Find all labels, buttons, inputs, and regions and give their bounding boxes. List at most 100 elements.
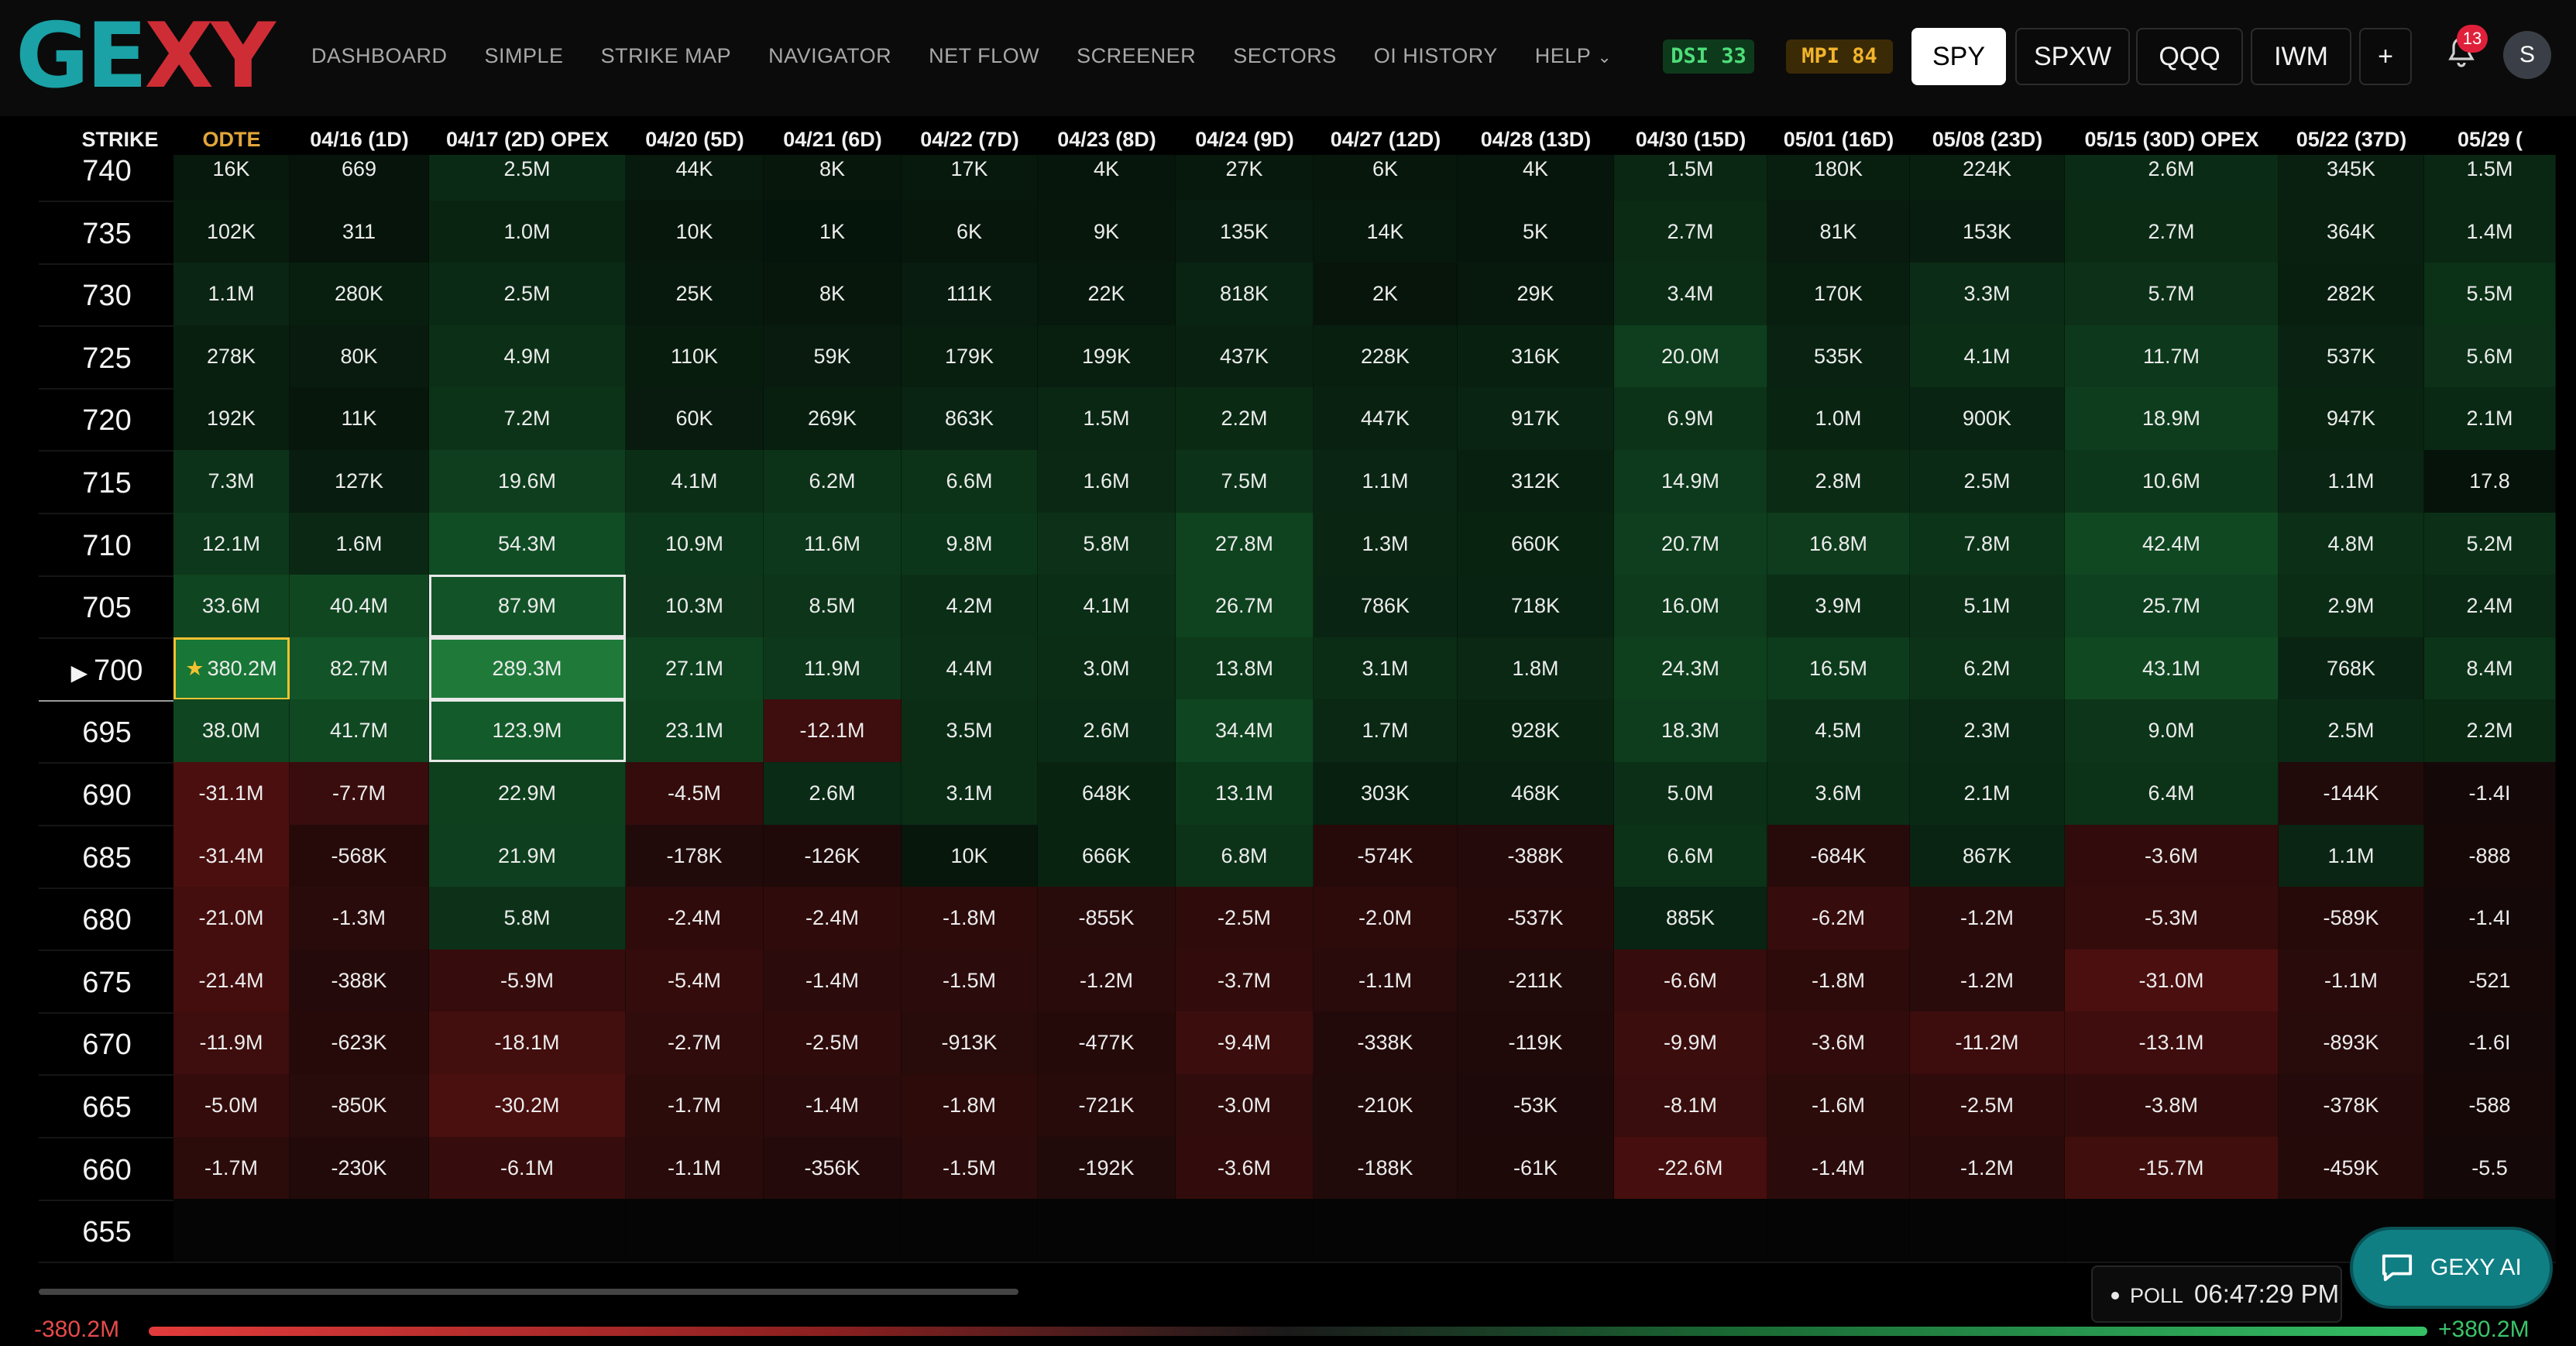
gex-cell[interactable]: 7.5M	[1176, 450, 1314, 513]
table-row[interactable]: 655	[39, 1199, 2556, 1265]
gex-cell[interactable]: 10.9M	[626, 513, 764, 575]
gex-cell[interactable]: -1.4M	[1767, 1137, 1910, 1200]
gex-cell[interactable]: -2.7M	[626, 1011, 764, 1074]
gex-cell[interactable]: 1.5M	[1038, 387, 1176, 450]
gex-cell[interactable]: 718K	[1458, 575, 1614, 637]
gex-cell[interactable]: -1.2M	[1910, 887, 2065, 949]
nav-net-flow[interactable]: NET FLOW	[929, 44, 1039, 68]
gexy-ai-button[interactable]: GEXY AI	[2350, 1227, 2553, 1309]
gex-cell[interactable]: 885K	[1614, 887, 1767, 949]
gex-cell[interactable]: 2.3M	[1910, 699, 2065, 762]
gex-cell[interactable]: 22.9M	[429, 762, 626, 825]
gex-cell[interactable]: 13.8M	[1176, 637, 1314, 700]
horizontal-scrollbar[interactable]	[39, 1289, 1018, 1295]
gex-cell[interactable]: -12.1M	[764, 699, 902, 762]
gex-cell[interactable]: -338K	[1314, 1011, 1458, 1074]
gex-cell[interactable]: -3.8M	[2065, 1074, 2279, 1137]
nav-dashboard[interactable]: DASHBOARD	[311, 44, 448, 68]
gex-cell[interactable]: -623K	[290, 1011, 429, 1074]
gex-cell[interactable]: -1.2M	[1910, 949, 2065, 1012]
gex-cell[interactable]: -9.4M	[1176, 1011, 1314, 1074]
gex-cell[interactable]: -5.5	[2424, 1137, 2556, 1200]
expiry-column-header[interactable]: 04/21 (6D)	[764, 124, 902, 155]
gex-cell[interactable]: 666K	[1038, 825, 1176, 888]
gex-cell[interactable]: 863K	[902, 387, 1038, 450]
gex-cell[interactable]: 4.2M	[902, 575, 1038, 637]
gex-cell[interactable]: 16.0M	[1614, 575, 1767, 637]
table-row[interactable]: 740 16K 669 2.5M 44K 8K 17K 4K 27K 6K 4K 1.5M 180K 22…	[39, 155, 2556, 204]
gex-cell[interactable]: -21.4M	[173, 949, 290, 1012]
gex-cell[interactable]: 5.2M	[2424, 513, 2556, 575]
gex-cell[interactable]: 34.4M	[1176, 699, 1314, 762]
gex-cell[interactable]: -356K	[764, 1137, 902, 1200]
gex-cell[interactable]: 14.9M	[1614, 450, 1767, 513]
gex-cell[interactable]: -388K	[290, 949, 429, 1012]
gex-cell[interactable]: -1.8M	[1767, 949, 1910, 1012]
gex-cell[interactable]: -22.6M	[1614, 1137, 1767, 1200]
table-row[interactable]: 715 7.3M 127K 19.6M 4.1M 6.2M 6.6M 1.6M 7.5M 1.1M…	[39, 450, 2556, 517]
gex-cell[interactable]: 7.3M	[173, 450, 290, 513]
gex-cell[interactable]: 24.3M	[1614, 637, 1767, 700]
gex-cell[interactable]: -126K	[764, 825, 902, 888]
gex-cell[interactable]: -2.5M	[1910, 1074, 2065, 1137]
gex-cell[interactable]: 16.8M	[1767, 513, 1910, 575]
gex-cell[interactable]: 2.2M	[1176, 387, 1314, 450]
gexy-logo[interactable]: GEXY	[15, 12, 276, 101]
gex-cell[interactable]: 4.1M	[626, 450, 764, 513]
gex-cell[interactable]: 437K	[1176, 325, 1314, 388]
table-row[interactable]: 680 -21.0M -1.3M 5.8M -2.4M -2.4M -1.8M -855K -2…	[39, 887, 2556, 953]
expiry-column-header[interactable]: 05/22 (37D)	[2279, 124, 2424, 155]
gex-cell[interactable]: -3.0M	[1176, 1074, 1314, 1137]
gex-cell[interactable]: -3.6M	[2065, 825, 2279, 888]
gex-cell[interactable]: -1.6M	[1767, 1074, 1910, 1137]
gex-cell[interactable]: -7.7M	[290, 762, 429, 825]
gex-cell[interactable]: -588	[2424, 1074, 2556, 1137]
gex-cell[interactable]: 312K	[1458, 450, 1614, 513]
gex-cell[interactable]: 6.6M	[1614, 825, 1767, 888]
nav-sectors[interactable]: SECTORS	[1233, 44, 1337, 68]
gex-cell[interactable]: 867K	[1910, 825, 2065, 888]
gex-cell[interactable]: 29K	[1458, 263, 1614, 325]
gex-cell[interactable]: 3.6M	[1767, 762, 1910, 825]
gex-cell[interactable]: 81K	[1767, 201, 1910, 263]
gex-cell[interactable]: -1.4I	[2424, 762, 2556, 825]
table-row[interactable]: 675 -21.4M -388K -5.9M -5.4M -1.4M -1.5M -1.2M -…	[39, 949, 2556, 1016]
gex-cell[interactable]: 660K	[1458, 513, 1614, 575]
gex-cell[interactable]	[1767, 1199, 1910, 1262]
gex-cell[interactable]: 537K	[2279, 325, 2424, 388]
gex-cell[interactable]: 5.8M	[1038, 513, 1176, 575]
gex-cell[interactable]: 18.3M	[1614, 699, 1767, 762]
table-row[interactable]: 720 192K 11K 7.2M 60K 269K 863K 1.5M 2.2M 447K 917…	[39, 387, 2556, 454]
gex-cell[interactable]: -2.5M	[1176, 887, 1314, 949]
gex-cell[interactable]: -1.7M	[173, 1137, 290, 1200]
expiry-column-header[interactable]: 04/27 (12D)	[1314, 124, 1458, 155]
gex-cell[interactable]: 4.8M	[2279, 513, 2424, 575]
gex-cell[interactable]: -119K	[1458, 1011, 1614, 1074]
gex-cell[interactable]: 224K	[1910, 155, 2065, 201]
gex-cell[interactable]: 8.4M	[2424, 637, 2556, 700]
gex-cell[interactable]: 2.5M	[1910, 450, 2065, 513]
gex-cell[interactable]: -13.1M	[2065, 1011, 2279, 1074]
gex-cell[interactable]: -211K	[1458, 949, 1614, 1012]
gex-cell[interactable]: -459K	[2279, 1137, 2424, 1200]
gex-cell[interactable]: 278K	[173, 325, 290, 388]
gex-cell[interactable]: 17K	[902, 155, 1038, 201]
gex-cell[interactable]: 10.6M	[2065, 450, 2279, 513]
gex-cell[interactable]: -6.1M	[429, 1137, 626, 1200]
nav-simple[interactable]: SIMPLE	[485, 44, 564, 68]
gex-cell[interactable]: -5.3M	[2065, 887, 2279, 949]
gex-cell[interactable]: 135K	[1176, 201, 1314, 263]
gex-cell[interactable]: 20.7M	[1614, 513, 1767, 575]
table-row[interactable]: 660 -1.7M -230K -6.1M -1.1M -356K -1.5M -192K -3…	[39, 1137, 2556, 1204]
gex-cell[interactable]: 1.1M	[1314, 450, 1458, 513]
gex-cell[interactable]: -1.5M	[902, 949, 1038, 1012]
gex-cell[interactable]: 9K	[1038, 201, 1176, 263]
gex-cell[interactable]: 648K	[1038, 762, 1176, 825]
gex-cell[interactable]: 1.4M	[2424, 201, 2556, 263]
table-row[interactable]: 710 12.1M 1.6M 54.3M 10.9M 11.6M 9.8M 5.8M 27.8M…	[39, 513, 2556, 579]
gex-cell[interactable]: 192K	[173, 387, 290, 450]
gex-cell[interactable]: -1.4M	[764, 949, 902, 1012]
ticker-iwm[interactable]: IWM	[2251, 28, 2351, 85]
gex-cell[interactable]: -61K	[1458, 1137, 1614, 1200]
gex-cell[interactable]: 5.5M	[2424, 263, 2556, 325]
